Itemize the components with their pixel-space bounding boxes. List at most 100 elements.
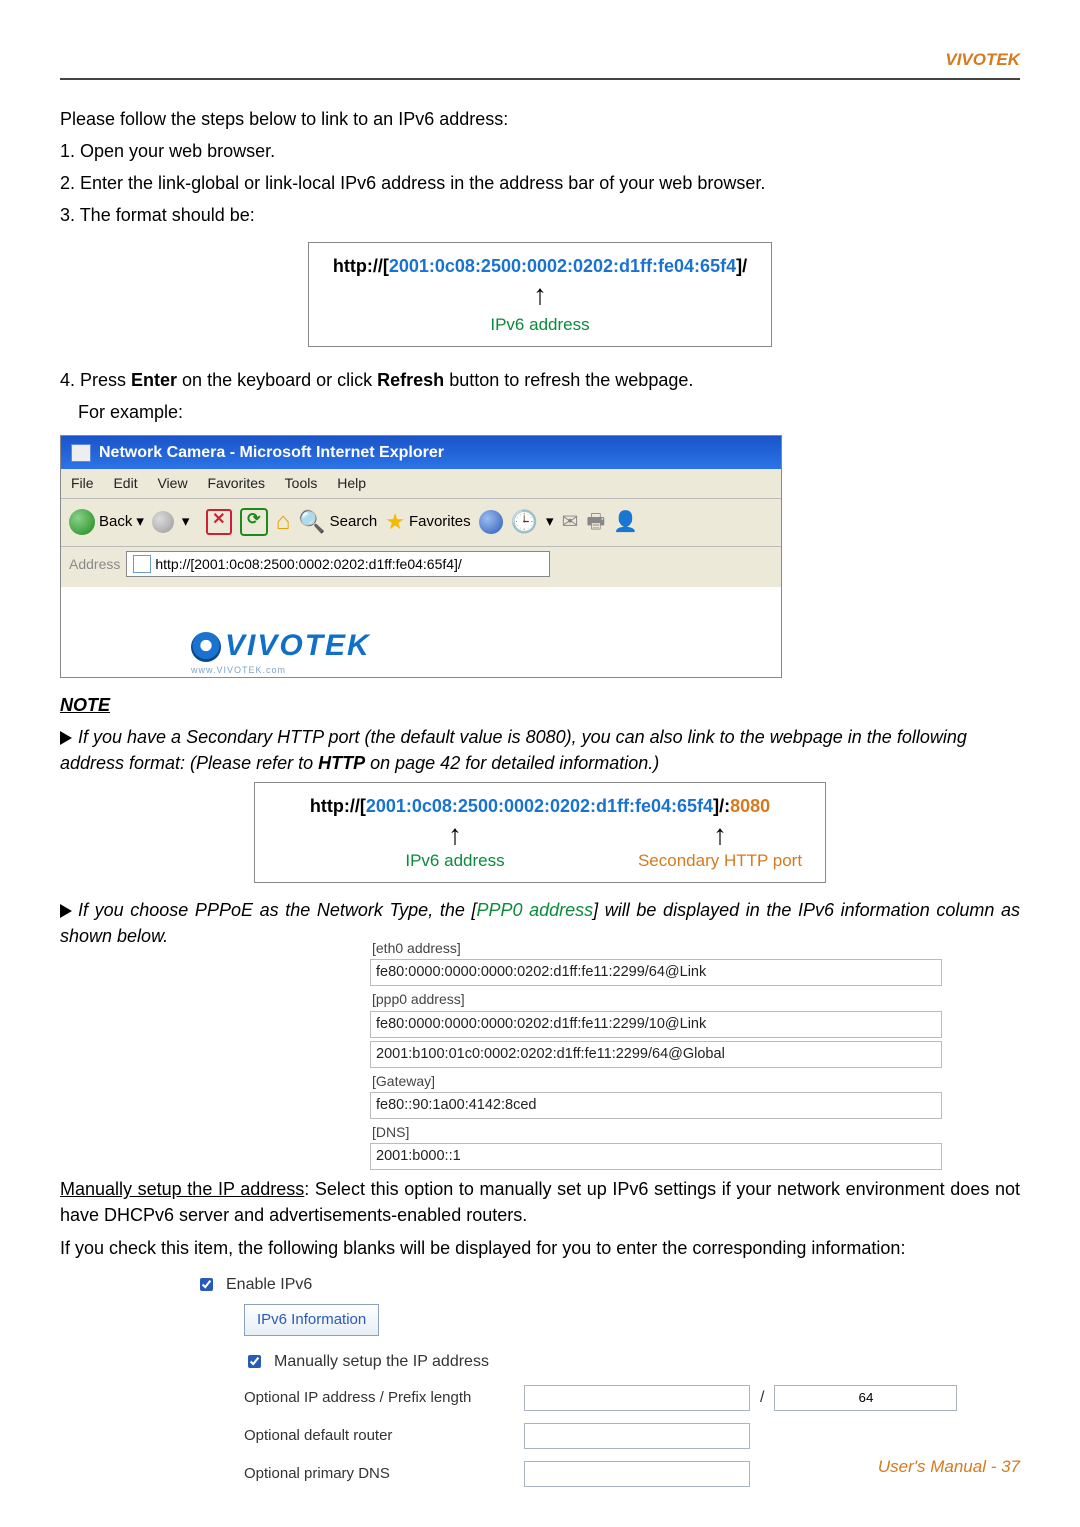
refresh-key: Refresh: [377, 370, 444, 390]
ipv6-format-diagram: http://[2001:0c08:2500:0002:0202:d1ff:fe…: [308, 242, 772, 347]
ipv6-information-button[interactable]: IPv6 Information: [244, 1304, 379, 1336]
ipv6-info-panel: [eth0 address] fe80:0000:0000:0000:0202:…: [370, 935, 1020, 1170]
search-label: Search: [330, 511, 378, 533]
back-button[interactable]: Back ▾: [69, 509, 144, 535]
gateway-value: fe80::90:1a00:4142:8ced: [370, 1092, 942, 1119]
ie-menubar: File Edit View Favorites Tools Help: [61, 469, 781, 498]
manual-ip-label: Manually setup the IP address: [274, 1350, 489, 1373]
note-body-1: If you have a Secondary HTTP port (the d…: [60, 724, 1020, 776]
step-4: 4. Press Enter on the keyboard or click …: [60, 367, 1020, 393]
for-example: For example:: [60, 399, 1020, 425]
search-button[interactable]: 🔍Search: [298, 506, 377, 538]
optional-ip-label: Optional IP address / Prefix length: [244, 1387, 514, 1409]
step-1: 1. Open your web browser.: [60, 138, 1020, 164]
arrow-up-icon: ↑: [333, 281, 747, 309]
media-icon[interactable]: [479, 510, 503, 534]
page-body: Please follow the steps below to link to…: [0, 80, 1080, 1493]
url-suffix: ]/: [736, 256, 747, 276]
arrow-up-icon-2b: ↑: [635, 821, 805, 849]
manual-setup-title: Manually setup the IP address: [60, 1179, 304, 1199]
page-icon: [133, 555, 151, 573]
d2-prefix: http://[: [310, 796, 366, 816]
ie-window: Network Camera - Microsoft Internet Expl…: [60, 435, 782, 678]
enter-key: Enter: [131, 370, 177, 390]
url-prefix: http://[: [333, 256, 389, 276]
menu-help[interactable]: Help: [337, 475, 366, 491]
optional-dns-label: Optional primary DNS: [244, 1463, 514, 1485]
dns-value: 2001:b000::1: [370, 1143, 942, 1170]
d2-port: 8080: [730, 796, 770, 816]
d2-label-b: Secondary HTTP port: [635, 849, 805, 874]
menu-favorites[interactable]: Favorites: [207, 475, 265, 491]
ie-app-icon: [71, 444, 91, 462]
manual-setup-para-1: Manually setup the IP address: Select th…: [60, 1176, 1020, 1228]
triangle-icon: [60, 731, 72, 745]
ppp0-value-1: fe80:0000:0000:0000:0202:d1ff:fe11:2299/…: [370, 1011, 942, 1038]
pppoe-ppp0: PPP0 address: [476, 900, 593, 920]
search-icon: 🔍: [298, 506, 325, 538]
ppp0-label: [ppp0 address]: [370, 986, 1020, 1010]
enable-ipv6-label: Enable IPv6: [226, 1273, 312, 1296]
ipv6-address-label: IPv6 address: [490, 315, 589, 334]
mail-icon[interactable]: ✉: [562, 508, 579, 537]
note-heading: NOTE: [60, 692, 1020, 718]
arrow-up-icon-2a: ↑: [275, 821, 635, 849]
refresh-icon[interactable]: ⟳: [240, 508, 268, 536]
step4-text-e: button to refresh the webpage.: [444, 370, 693, 390]
intro-lead: Please follow the steps below to link to…: [60, 106, 1020, 132]
menu-edit[interactable]: Edit: [113, 475, 137, 491]
enable-ipv6-checkbox[interactable]: [200, 1278, 213, 1291]
ie-titlebar: Network Camera - Microsoft Internet Expl…: [61, 436, 781, 469]
history-icon[interactable]: 🕒: [511, 506, 538, 538]
manual-setup-para-2: If you check this item, the following bl…: [60, 1235, 1020, 1261]
prefix-length-input[interactable]: [774, 1385, 957, 1411]
optional-router-input[interactable]: [524, 1423, 750, 1449]
menu-file[interactable]: File: [71, 475, 94, 491]
step4-text-c: on the keyboard or click: [177, 370, 377, 390]
home-icon[interactable]: ⌂: [276, 505, 291, 540]
dns-label: [DNS]: [370, 1119, 1020, 1143]
stop-icon[interactable]: ✕: [206, 509, 232, 535]
address-label: Address: [69, 554, 120, 574]
d2-label-a: IPv6 address: [275, 849, 635, 874]
note-text-c: on page 42 for detailed information.): [365, 753, 659, 773]
d2-suffix: ]/:: [713, 796, 730, 816]
url-ipv6: 2001:0c08:2500:0002:0202:d1ff:fe04:65f4: [389, 256, 736, 276]
ie-toolbar: Back ▾ ▾ ✕ ⟳ ⌂ 🔍Search ★Favorites 🕒 ▾ ✉ …: [61, 499, 781, 547]
optional-ip-input[interactable]: [524, 1385, 750, 1411]
favorites-button[interactable]: ★Favorites: [385, 506, 470, 538]
ie-title-text: Network Camera - Microsoft Internet Expl…: [99, 441, 444, 464]
star-icon: ★: [385, 506, 405, 538]
step4-text-a: 4. Press: [60, 370, 131, 390]
brand-header: VIVOTEK: [0, 0, 1080, 78]
back-label: Back: [99, 511, 132, 533]
prefix-slash: /: [760, 1386, 764, 1409]
eth0-value: fe80:0000:0000:0000:0202:d1ff:fe11:2299/…: [370, 959, 942, 986]
address-value: http://[2001:0c08:2500:0002:0202:d1ff:fe…: [155, 554, 461, 574]
ipv6-port-diagram: http://[2001:0c08:2500:0002:0202:d1ff:fe…: [254, 782, 826, 883]
address-input[interactable]: http://[2001:0c08:2500:0002:0202:d1ff:fe…: [126, 551, 550, 577]
vivotek-logo-text: VIVOTEK: [225, 629, 371, 662]
pppoe-note: If you choose PPPoE as the Network Type,…: [60, 897, 1020, 949]
step-3: 3. The format should be:: [60, 202, 1020, 228]
back-icon: [69, 509, 95, 535]
note-http: HTTP: [318, 753, 365, 773]
pppoe-text-a: If you choose PPPoE as the Network Type,…: [78, 900, 476, 920]
triangle-icon-2: [60, 904, 72, 918]
favorites-label: Favorites: [409, 511, 471, 533]
optional-dns-input[interactable]: [524, 1461, 750, 1487]
menu-view[interactable]: View: [157, 475, 187, 491]
page-footer: User's Manual - 37: [878, 1457, 1020, 1477]
menu-tools[interactable]: Tools: [285, 475, 318, 491]
print-icon[interactable]: 🖶: [586, 508, 605, 537]
gateway-label: [Gateway]: [370, 1068, 1020, 1092]
messenger-icon[interactable]: 👤: [613, 508, 638, 537]
optional-router-label: Optional default router: [244, 1425, 514, 1447]
step-2: 2. Enter the link-global or link-local I…: [60, 170, 1020, 196]
vivotek-eye-icon: [191, 632, 221, 662]
ie-content: VIVOTEK www.VIVOTEK.com: [61, 587, 781, 677]
d2-ipv6: 2001:0c08:2500:0002:0202:d1ff:fe04:65f4: [366, 796, 713, 816]
forward-icon[interactable]: [152, 511, 174, 533]
manual-ip-checkbox[interactable]: [248, 1355, 261, 1368]
ie-address-bar: Address http://[2001:0c08:2500:0002:0202…: [61, 547, 781, 587]
